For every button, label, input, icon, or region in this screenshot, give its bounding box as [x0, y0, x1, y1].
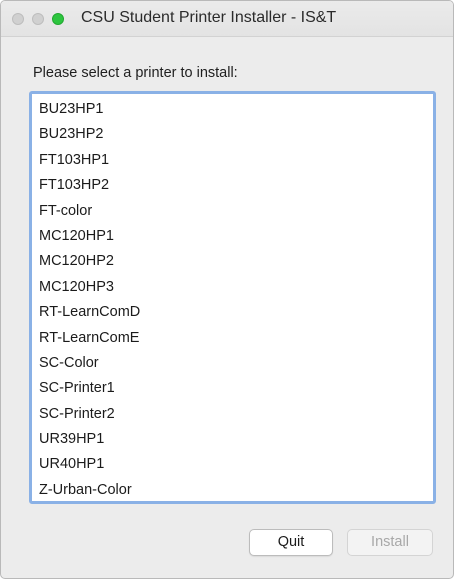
- printer-list[interactable]: BU23HP1 BU23HP2 FT103HP1 FT103HP2 FT-color MC…: [32, 94, 433, 501]
- printer-list-box[interactable]: BU23HP1 BU23HP2 FT103HP1 FT103HP2 FT-color MC…: [29, 91, 436, 504]
- printer-list-item[interactable]: UR40HP1: [32, 452, 433, 477]
- printer-list-item[interactable]: Z-Urban-Color: [32, 478, 433, 501]
- printer-list-item[interactable]: BU23HP1: [32, 97, 433, 122]
- printer-list-item[interactable]: FT-color: [32, 199, 433, 224]
- printer-list-item[interactable]: FT103HP1: [32, 148, 433, 173]
- minimize-window-icon[interactable]: [32, 13, 44, 25]
- printer-list-item[interactable]: MC120HP1: [32, 224, 433, 249]
- printer-list-item[interactable]: RT-LearnComD: [32, 300, 433, 325]
- window-title: CSU Student Printer Installer - IS&T: [81, 9, 337, 26]
- close-window-icon[interactable]: [12, 13, 24, 25]
- printer-list-item[interactable]: MC120HP3: [32, 275, 433, 300]
- quit-button[interactable]: Quit: [249, 529, 333, 556]
- installer-window: CSU Student Printer Installer - IS&T Ple…: [0, 0, 454, 579]
- title-bar[interactable]: CSU Student Printer Installer - IS&T: [1, 1, 453, 37]
- printer-list-item[interactable]: SC-Printer1: [32, 376, 433, 401]
- select-printer-label: Please select a printer to install:: [33, 65, 238, 81]
- install-button[interactable]: Install: [347, 529, 433, 556]
- printer-list-item[interactable]: SC-Printer2: [32, 402, 433, 427]
- zoom-window-icon[interactable]: [52, 13, 64, 25]
- printer-list-item[interactable]: SC-Color: [32, 351, 433, 376]
- printer-list-item[interactable]: FT103HP2: [32, 173, 433, 198]
- printer-list-item[interactable]: BU23HP2: [32, 122, 433, 147]
- printer-list-item[interactable]: MC120HP2: [32, 249, 433, 274]
- printer-list-item[interactable]: UR39HP1: [32, 427, 433, 452]
- printer-list-item[interactable]: RT-LearnComE: [32, 326, 433, 351]
